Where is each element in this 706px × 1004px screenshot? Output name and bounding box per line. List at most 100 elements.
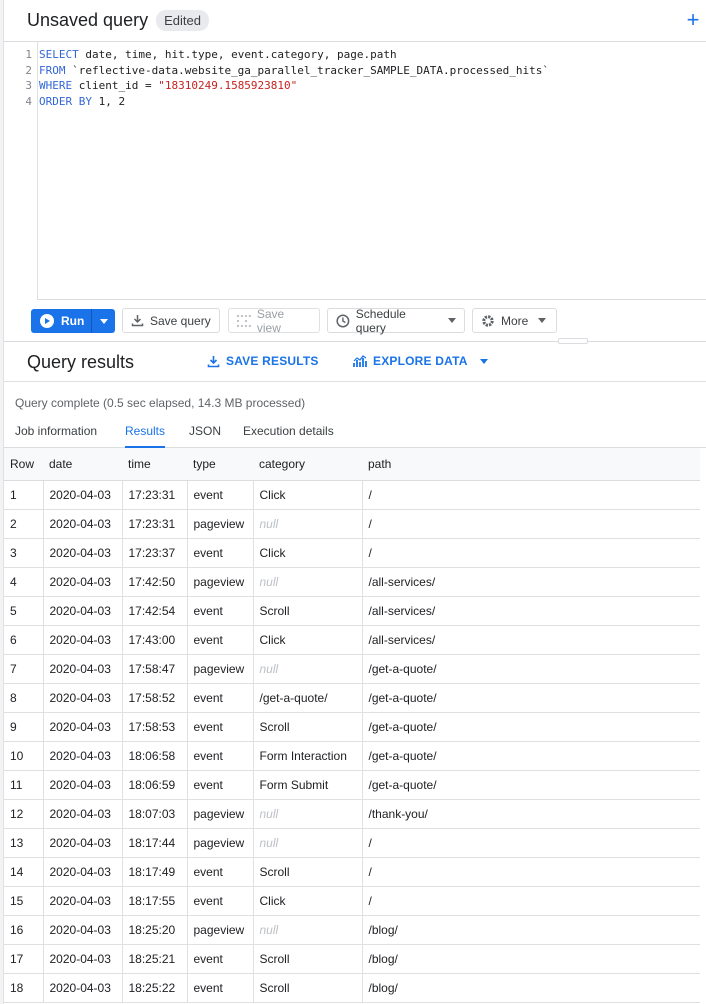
- run-label: Run: [61, 314, 85, 328]
- save-results-label: SAVE RESULTS: [226, 354, 319, 368]
- table-row[interactable]: 17 2020-04-03 18:25:21 event Scroll/blog/: [4, 944, 700, 974]
- save-query-button[interactable]: Save query: [122, 308, 220, 333]
- column-header-row[interactable]: Row: [4, 448, 43, 481]
- table-cell-date: 2020-04-03: [43, 770, 123, 800]
- table-row[interactable]: 15 2020-04-03 18:17:55 event Click /: [4, 886, 700, 916]
- table-row[interactable]: 8 2020-04-03 17:58:52 event/get-a-quote//ge…: [4, 683, 700, 713]
- table-cell-date: 2020-04-03: [43, 480, 123, 510]
- table-header-row: Row date time type category path: [4, 448, 700, 481]
- column-header-type[interactable]: type: [187, 448, 253, 481]
- schedule-query-button[interactable]: Schedule query: [327, 307, 465, 335]
- table-cell-date: 2020-04-03: [43, 654, 123, 684]
- tab-results[interactable]: Results: [125, 424, 166, 448]
- save-results-button[interactable]: SAVE RESULTS: [207, 354, 319, 368]
- table-cell-path: /: [362, 886, 700, 916]
- save-view-label: Save view: [256, 306, 285, 335]
- column-header-date[interactable]: date: [43, 448, 122, 481]
- tab-job-information[interactable]: Job information: [15, 424, 97, 448]
- table-cell-category: Click: [253, 886, 363, 916]
- table-cell-time: 18:07:03: [122, 799, 188, 829]
- table-cell-row: 8: [4, 683, 44, 713]
- code-line[interactable]: 3 WHERE client_id = "18310249.1585923810": [4, 78, 706, 94]
- table-row[interactable]: 14 2020-04-03 18:17:49 event Scroll /: [4, 857, 700, 887]
- table-cell-type: event: [187, 712, 254, 742]
- table-cell-row: 2: [4, 509, 44, 539]
- chart-icon: [353, 354, 367, 367]
- tab-json[interactable]: JSON: [189, 424, 221, 448]
- table-row[interactable]: 18 2020-04-03 18:25:22 event Scroll/blog/: [4, 973, 700, 1003]
- edited-badge: Edited: [156, 10, 209, 31]
- line-number: 4: [25, 94, 32, 108]
- sql-keyword: WHERE: [39, 79, 73, 92]
- table-cell-path: /get-a-quote/: [362, 683, 700, 713]
- table-cell-path: /all-services/: [362, 567, 700, 597]
- table-cell-path: /blog/: [362, 944, 700, 974]
- caret-down-icon: [538, 318, 547, 323]
- sql-text: `reflective-data.website_ga_parallel_tra…: [65, 63, 549, 77]
- column-header-time[interactable]: time: [122, 448, 187, 481]
- table-row[interactable]: 6 2020-04-03 17:43:00 event Click/all-servic…: [4, 625, 700, 655]
- code-line[interactable]: 2 FROM `reflective-data.website_ga_parall…: [4, 63, 706, 79]
- table-cell-path: /: [362, 480, 700, 510]
- table-cell-category: null: [253, 509, 363, 539]
- save-query-label: Save query: [150, 313, 211, 328]
- sql-text: date, time, hit.type, event.category, pa…: [78, 48, 397, 61]
- line-number: 1: [25, 48, 32, 61]
- table-cell-category: null: [253, 915, 363, 945]
- tab-execution-details[interactable]: Execution details: [243, 424, 334, 448]
- table-row[interactable]: 1 2020-04-03 17:23:31 event Click /: [4, 480, 700, 510]
- table-row[interactable]: 10 2020-04-03 18:06:58 event Form Interactio…: [4, 741, 700, 771]
- query-header: Unsaved query Edited +: [4, 0, 706, 42]
- explore-data-button[interactable]: EXPLORE DATA: [353, 354, 488, 368]
- table-cell-row: 3: [4, 538, 44, 568]
- query-title: Unsaved query: [27, 10, 149, 30]
- more-button[interactable]: More: [472, 308, 557, 333]
- table-row[interactable]: 2 2020-04-03 17:23:31 pageview null /: [4, 509, 700, 539]
- table-cell-date: 2020-04-03: [43, 683, 123, 713]
- table-cell-date: 2020-04-03: [43, 596, 123, 626]
- code-area[interactable]: 1 SELECT date, time, hit.type, event.cate…: [4, 47, 706, 109]
- save-view-button[interactable]: Save view: [228, 306, 320, 335]
- table-cell-date: 2020-04-03: [43, 741, 123, 771]
- table-cell-time: 17:23:31: [122, 509, 188, 539]
- table-cell-time: 17:58:52: [122, 683, 188, 713]
- table-cell-path: /: [362, 509, 700, 539]
- plus-icon[interactable]: +: [683, 9, 703, 31]
- sql-editor[interactable]: 1 SELECT date, time, hit.type, event.cate…: [4, 42, 706, 300]
- table-row[interactable]: 13 2020-04-03 18:17:44 pageview null /: [4, 828, 700, 858]
- table-row[interactable]: 4 2020-04-03 17:42:50 pageview null/all-serv…: [4, 567, 700, 597]
- code-line[interactable]: 4 ORDER BY 1, 2: [4, 94, 706, 110]
- table-row[interactable]: 3 2020-04-03 17:23:37 event Click /: [4, 538, 700, 568]
- table-row[interactable]: 5 2020-04-03 17:42:54 event Scroll/all-servi…: [4, 596, 700, 626]
- table-cell-row: 4: [4, 567, 44, 597]
- table-cell-category: Form Submit: [253, 770, 363, 800]
- sql-keyword: ORDER BY: [39, 94, 92, 108]
- table-row[interactable]: 7 2020-04-03 17:58:47 pageview null/get-a-qu…: [4, 654, 700, 684]
- run-options-button[interactable]: [91, 309, 115, 333]
- table-cell-row: 12: [4, 799, 44, 829]
- table-cell-category: Scroll: [253, 712, 363, 742]
- run-button[interactable]: Run: [31, 309, 91, 333]
- play-icon: [40, 314, 54, 328]
- table-cell-time: 18:06:59: [122, 770, 188, 800]
- code-text: WHERE client_id = "18310249.1585923810": [35, 78, 297, 94]
- table-row[interactable]: 12 2020-04-03 18:07:03 pageview null/thank-y…: [4, 799, 700, 829]
- table-cell-date: 2020-04-03: [43, 509, 123, 539]
- code-line[interactable]: 1 SELECT date, time, hit.type, event.cate…: [4, 47, 706, 63]
- table-cell-date: 2020-04-03: [43, 915, 123, 945]
- table-cell-time: 17:58:53: [122, 712, 188, 742]
- caret-down-icon: [99, 318, 108, 324]
- table-row[interactable]: 9 2020-04-03 17:58:53 event Scroll/get-a-quo…: [4, 712, 700, 742]
- table-row[interactable]: 16 2020-04-03 18:25:20 pageview null/blog/: [4, 915, 700, 945]
- table-cell-type: event: [187, 973, 254, 1003]
- table-cell-type: pageview: [187, 567, 254, 597]
- table-row[interactable]: 11 2020-04-03 18:06:59 event Form Submit/get…: [4, 770, 700, 800]
- table-cell-path: /blog/: [362, 915, 700, 945]
- caret-down-icon: [479, 358, 488, 364]
- column-header-category[interactable]: category: [253, 448, 362, 481]
- column-header-path[interactable]: path: [362, 448, 700, 481]
- table-cell-category: Form Interaction: [253, 741, 363, 771]
- table-cell-type: event: [187, 538, 254, 568]
- table-cell-category: Scroll: [253, 596, 363, 626]
- table-cell-path: /get-a-quote/: [362, 712, 700, 742]
